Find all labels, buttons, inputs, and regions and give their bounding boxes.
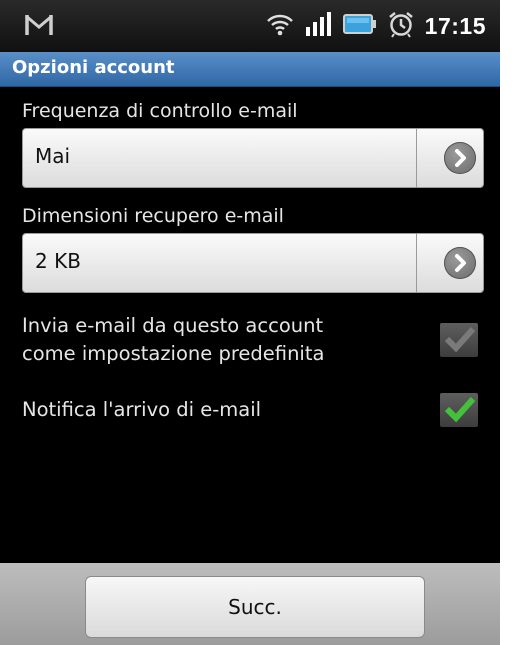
retrieval-size-spinner[interactable]: 2 KB bbox=[22, 233, 484, 293]
title-bar: Opzioni account bbox=[0, 52, 500, 87]
default-account-label-line1: Invia e-mail da questo account bbox=[22, 314, 324, 337]
page-title: Opzioni account bbox=[12, 57, 175, 78]
default-account-checkbox[interactable] bbox=[440, 323, 478, 357]
status-bar: 17:15 bbox=[0, 0, 500, 52]
retrieval-size-label: Dimensioni recupero e-mail bbox=[22, 205, 284, 227]
phone-screen: 17:15 Opzioni account Frequenza di contr… bbox=[0, 0, 500, 645]
next-button[interactable]: Succ. bbox=[85, 576, 425, 638]
notify-label: Notifica l'arrivo di e-mail bbox=[22, 398, 262, 421]
checkmark-icon bbox=[444, 326, 476, 353]
chevron-right-icon[interactable] bbox=[444, 247, 476, 279]
spinner-divider bbox=[416, 129, 417, 187]
default-account-row[interactable]: Invia e-mail da questo account come impo… bbox=[22, 312, 324, 368]
alarm-icon bbox=[387, 10, 415, 42]
notify-row[interactable]: Notifica l'arrivo di e-mail bbox=[22, 396, 261, 424]
notify-checkbox[interactable] bbox=[440, 393, 478, 427]
checkmark-icon bbox=[444, 396, 476, 423]
status-clock: 17:15 bbox=[424, 12, 486, 39]
check-frequency-label: Frequenza di controllo e-mail bbox=[22, 100, 298, 122]
retrieval-size-value: 2 KB bbox=[35, 249, 81, 273]
chevron-right-icon[interactable] bbox=[444, 142, 476, 174]
check-frequency-value: Mai bbox=[35, 144, 71, 168]
default-account-label-line2: come impostazione predefinita bbox=[22, 342, 325, 365]
gmail-icon bbox=[24, 13, 54, 41]
signal-icon bbox=[305, 11, 333, 41]
spinner-divider bbox=[416, 234, 417, 292]
bottom-bar: Succ. bbox=[0, 563, 500, 645]
wifi-icon bbox=[265, 11, 295, 41]
battery-icon bbox=[342, 12, 377, 40]
check-frequency-spinner[interactable]: Mai bbox=[22, 128, 484, 188]
